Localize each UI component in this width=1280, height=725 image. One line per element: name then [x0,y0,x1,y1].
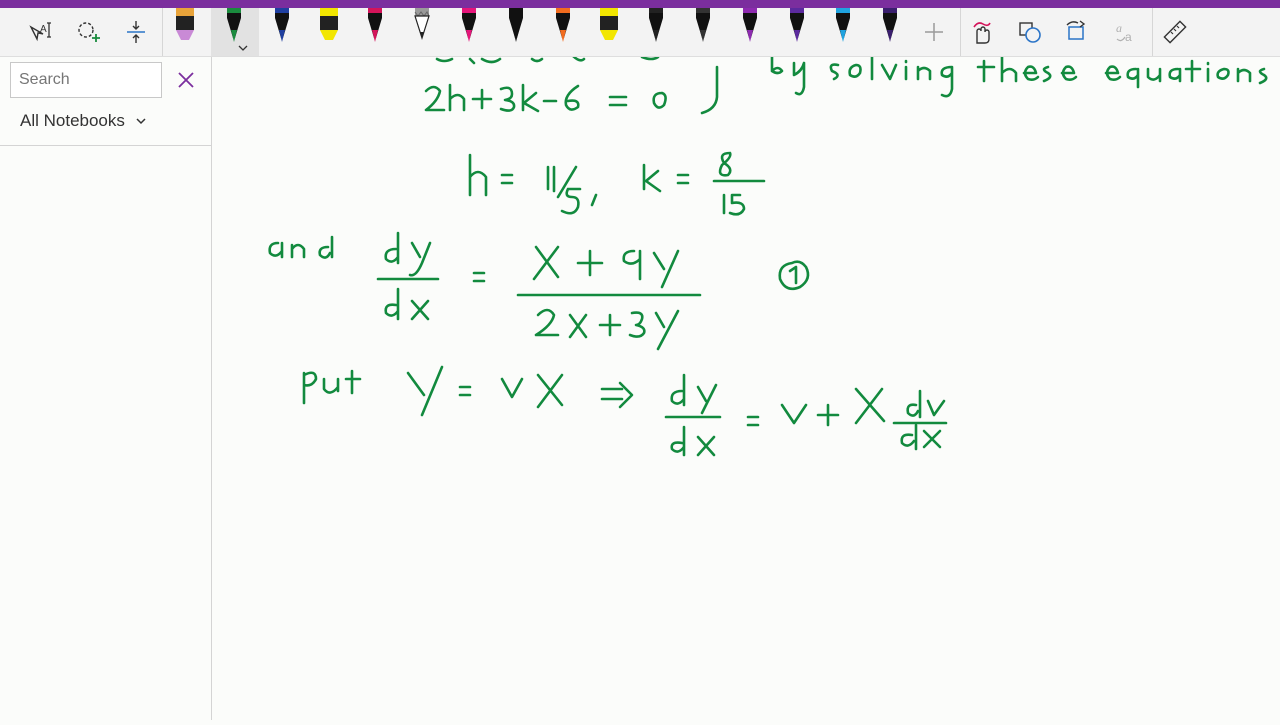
lasso-convert-icon [1066,20,1086,40]
toolbar-separator [162,8,163,56]
lasso-select-button[interactable] [68,12,108,52]
text-lasso-icon: A [29,22,51,42]
pen-icon [462,8,476,42]
toolbar-separator [1152,8,1153,56]
highlighter-icon [319,8,338,40]
ink-differential-equation [268,231,810,351]
ink-to-math-button[interactable]: a a [1106,12,1146,52]
close-search-button[interactable] [172,66,200,94]
pen-icon [555,8,570,42]
pen-6-pencil[interactable] [407,8,437,56]
pen-icon [227,8,248,51]
pen-icon [789,8,804,42]
pen-icon [368,8,383,42]
pen-11-pen[interactable] [641,8,671,56]
pen-1-highlighter[interactable] [170,8,200,56]
pen-4-highlighter[interactable] [314,8,344,56]
pen-3-pen[interactable] [267,8,297,56]
add-space-button[interactable] [116,12,156,52]
pen-icon [742,8,757,42]
ink-to-shape-button[interactable] [1010,12,1050,52]
search-box[interactable] [10,62,162,98]
plus-icon [925,23,943,41]
title-accent-bar [0,0,1280,8]
notebook-scope-dropdown[interactable]: All Notebooks [20,111,147,131]
draw-toolbar: A a a [0,8,1280,57]
pen-8-pen[interactable] [501,8,531,56]
note-canvas[interactable] [212,53,1280,720]
ink-substitution [302,365,948,457]
pen-16-pen[interactable] [875,8,905,56]
highlighter-icon [600,8,619,40]
touch-draw-button[interactable] [961,12,1001,52]
add-pen-button[interactable] [914,12,954,52]
math-convert-icon: a a [1116,21,1132,44]
pen-5-pen[interactable] [360,8,390,56]
lasso-add-icon [78,22,100,42]
insert-space-icon [127,21,145,43]
ink-to-text-button[interactable] [1057,12,1097,52]
pen-icon [274,8,289,42]
close-icon [178,72,194,88]
pen-15-pen[interactable] [828,8,858,56]
pen-13-pen[interactable] [735,8,765,56]
search-input[interactable] [11,63,159,97]
svg-text:a: a [1116,21,1122,35]
svg-text:A: A [40,24,47,35]
ink-equation-2h-3k [424,65,719,115]
pen-icon [836,8,851,42]
ruler-icon [1163,20,1187,44]
ruler-button[interactable] [1155,12,1195,52]
svg-text:a: a [1125,30,1132,44]
highlighter-icon [176,8,194,40]
lasso-text-select-button[interactable]: A [20,12,60,52]
pen-icon [508,8,523,42]
pen-icon [649,8,664,42]
hand-draw-icon [973,22,991,44]
notebook-scope-label: All Notebooks [20,111,125,130]
search-header: All Notebooks [0,57,211,146]
pen-2-pen[interactable] [219,8,249,56]
pen-9-pen[interactable] [548,8,578,56]
search-pane: All Notebooks [0,57,212,720]
pen-10-highlighter[interactable] [594,8,624,56]
ink-drawing [268,53,1268,457]
pen-7-pen[interactable] [454,8,484,56]
chevron-down-icon [136,118,146,125]
ink-solution-h-k [468,151,766,216]
pen-14-pen[interactable] [782,8,812,56]
ink-line-equation-partial [435,53,660,65]
pencil-icon [414,8,431,40]
pen-icon [696,8,710,42]
pen-12-pen[interactable] [688,8,718,56]
shapes-icon [1019,22,1041,43]
ink-note-by-solving [770,55,1268,98]
pen-icon [883,8,898,42]
